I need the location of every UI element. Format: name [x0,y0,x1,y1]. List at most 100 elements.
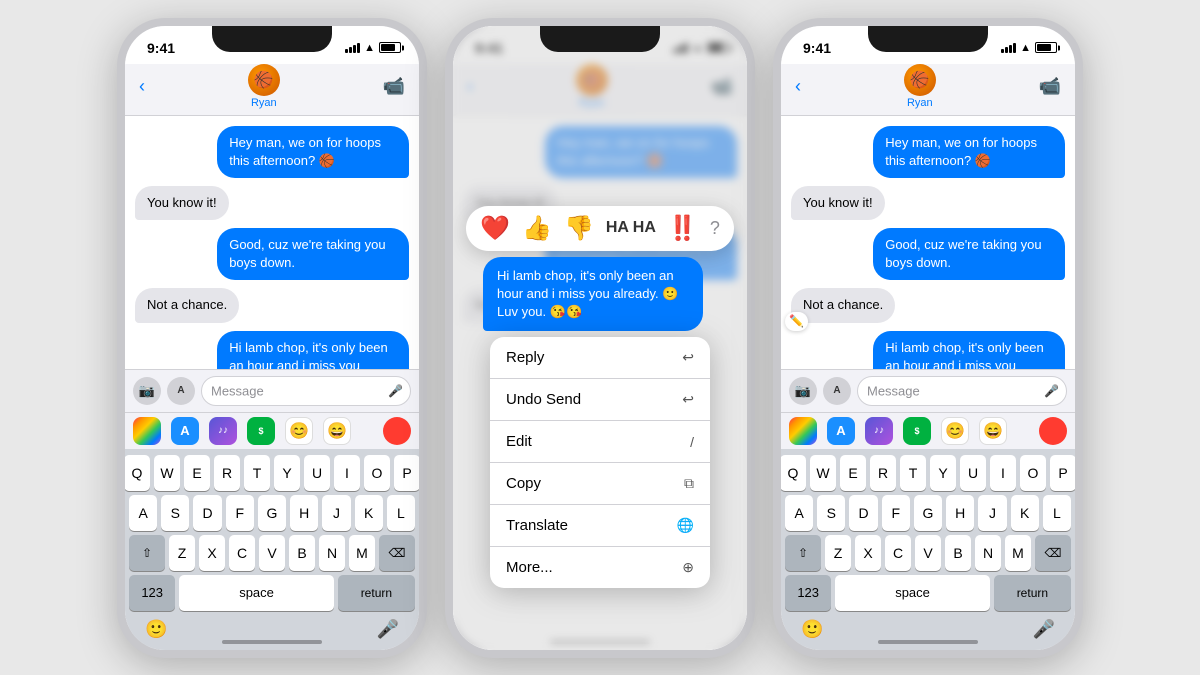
key-o[interactable]: O [1020,455,1046,491]
cash-icon[interactable]: $ [247,417,275,445]
contact-info[interactable]: 🏀 Ryan [248,64,280,109]
red-dot-icon[interactable] [383,417,411,445]
key-b[interactable]: B [945,535,971,571]
red-dot-icon[interactable] [1039,417,1067,445]
key-f[interactable]: F [226,495,254,531]
contact-info[interactable]: 🏀 Ryan [904,64,936,109]
memoji1-icon[interactable]: 😊 [285,417,313,445]
key-q[interactable]: Q [780,455,806,491]
key-p[interactable]: P [394,455,420,491]
key-a[interactable]: A [129,495,157,531]
context-menu-undo[interactable]: Undo Send ↩ [490,379,710,421]
context-menu-reply[interactable]: Reply ↩ [490,337,710,379]
memoji1-icon[interactable]: 😊 [941,417,969,445]
delete-key[interactable]: ⌫ [379,535,415,571]
key-b[interactable]: B [289,535,315,571]
key-e[interactable]: E [184,455,210,491]
back-button[interactable]: ‹ [139,76,145,97]
key-v[interactable]: V [259,535,285,571]
tapback-heart[interactable]: ❤️ [480,214,510,243]
camera-button[interactable]: 📷 [133,377,161,405]
key-q[interactable]: Q [124,455,150,491]
tapback-thumbsdown[interactable]: 👎 [564,214,594,243]
numbers-key[interactable]: 123 [785,575,831,611]
emoji-key[interactable]: 🙂 [801,619,823,640]
mic-key[interactable]: 🎤 [1033,619,1055,640]
key-g[interactable]: G [258,495,286,531]
bubble-incoming[interactable]: Not a chance. ✏️ [791,288,895,322]
bubble-incoming[interactable]: You know it! [135,186,229,220]
key-s[interactable]: S [817,495,845,531]
key-l[interactable]: L [387,495,415,531]
key-h[interactable]: H [290,495,318,531]
key-k[interactable]: K [1011,495,1039,531]
shift-key[interactable]: ⇧ [129,535,165,571]
memoji2-icon[interactable]: 😄 [979,417,1007,445]
key-c[interactable]: C [885,535,911,571]
tapback-thumbsup[interactable]: 👍 [522,214,552,243]
delete-key[interactable]: ⌫ [1035,535,1071,571]
numbers-key[interactable]: 123 [129,575,175,611]
photos-app-icon[interactable] [133,417,161,445]
bubble-outgoing[interactable]: Hey man, we on for hoops this afternoon?… [873,126,1065,178]
key-f[interactable]: F [882,495,910,531]
photos-app-icon[interactable] [789,417,817,445]
tapback-question[interactable]: ? [710,218,720,239]
appstore-icon[interactable]: A [827,417,855,445]
key-x[interactable]: X [855,535,881,571]
bubble-outgoing[interactable]: Good, cuz we're taking you boys down. [217,228,409,280]
context-menu-translate[interactable]: Translate 🌐 [490,505,710,547]
key-m[interactable]: M [349,535,375,571]
shift-key[interactable]: ⇧ [785,535,821,571]
key-j[interactable]: J [322,495,350,531]
key-v[interactable]: V [915,535,941,571]
key-r[interactable]: R [214,455,240,491]
space-key[interactable]: space [179,575,333,611]
return-key[interactable]: return [338,575,415,611]
key-n[interactable]: N [975,535,1001,571]
key-p[interactable]: P [1050,455,1076,491]
bubble-outgoing[interactable]: Hi lamb chop, it's only been an hour and… [873,331,1065,369]
key-o[interactable]: O [364,455,390,491]
key-j[interactable]: J [978,495,1006,531]
key-c[interactable]: C [229,535,255,571]
key-t[interactable]: T [244,455,270,491]
key-w[interactable]: W [810,455,836,491]
key-g[interactable]: G [914,495,942,531]
key-h[interactable]: H [946,495,974,531]
tapback-exclamation[interactable]: ‼️ [668,214,698,243]
apps-button[interactable]: A [167,377,195,405]
cash-icon[interactable]: $ [903,417,931,445]
bubble-outgoing[interactable]: Hey man, we on for hoops this afternoon?… [217,126,409,178]
key-s[interactable]: S [161,495,189,531]
camera-button[interactable]: 📷 [789,377,817,405]
message-input[interactable] [857,376,1067,406]
key-k[interactable]: K [355,495,383,531]
key-d[interactable]: D [193,495,221,531]
key-y[interactable]: Y [274,455,300,491]
video-call-button[interactable]: 📹 [383,76,405,97]
space-key[interactable]: space [835,575,989,611]
key-e[interactable]: E [840,455,866,491]
audio-icon[interactable]: ♪♪ [209,417,237,445]
key-y[interactable]: Y [930,455,956,491]
emoji-key[interactable]: 🙂 [145,619,167,640]
appstore-icon[interactable]: A [171,417,199,445]
key-x[interactable]: X [199,535,225,571]
bubble-incoming[interactable]: You know it! [791,186,885,220]
key-w[interactable]: W [154,455,180,491]
bubble-outgoing[interactable]: Good, cuz we're taking you boys down. [873,228,1065,280]
memoji2-icon[interactable]: 😄 [323,417,351,445]
key-r[interactable]: R [870,455,896,491]
bubble-outgoing[interactable]: Hi lamb chop, it's only been an hour and… [217,331,409,369]
key-z[interactable]: Z [825,535,851,571]
key-i[interactable]: I [334,455,360,491]
audio-icon[interactable]: ♪♪ [865,417,893,445]
context-menu-more[interactable]: More... ⊕ [490,547,710,588]
key-i[interactable]: I [990,455,1016,491]
key-n[interactable]: N [319,535,345,571]
key-z[interactable]: Z [169,535,195,571]
context-menu-copy[interactable]: Copy ⧉ [490,463,710,505]
return-key[interactable]: return [994,575,1071,611]
key-u[interactable]: U [304,455,330,491]
